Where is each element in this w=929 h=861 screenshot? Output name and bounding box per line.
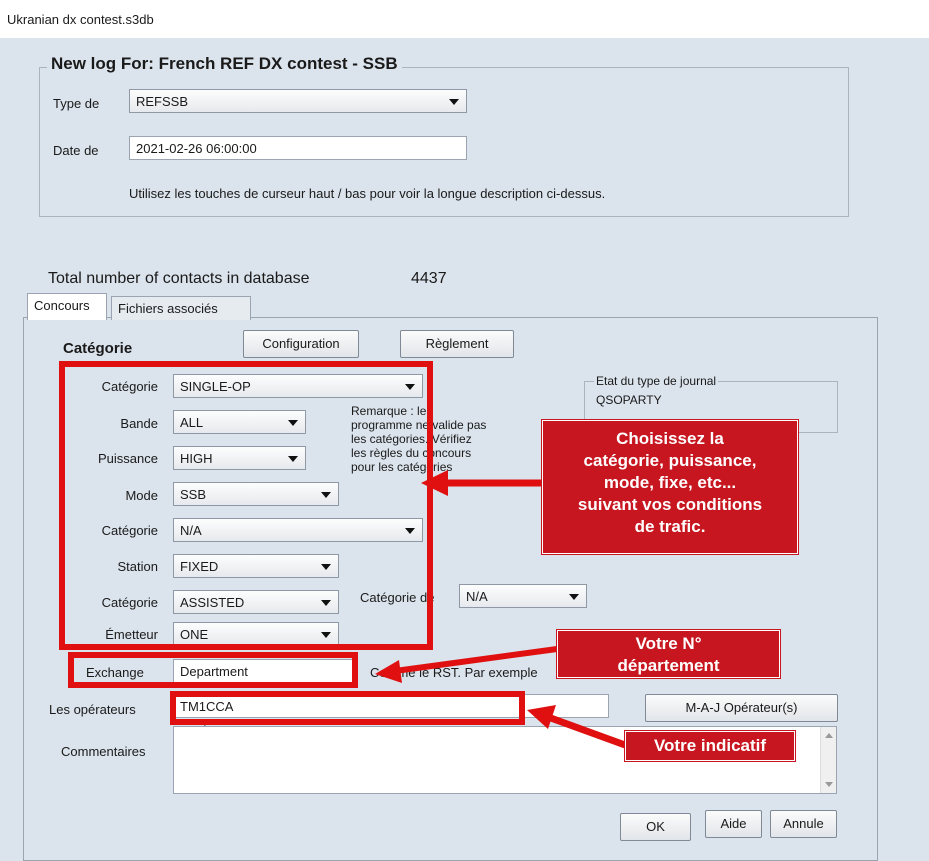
arrow-line-3 xyxy=(546,713,627,749)
dialog-window: Ukranian dx contest.s3db New log For: Fr… xyxy=(0,0,929,861)
callout-departement: Votre N° département xyxy=(556,629,781,679)
arrow-head-1 xyxy=(421,470,448,496)
arrow-head-2 xyxy=(375,660,402,683)
arrow-line-2 xyxy=(394,646,558,674)
arrow-head-3 xyxy=(527,705,556,729)
callout-categorie: Choisissez la catégorie, puissance, mode… xyxy=(541,419,799,555)
callout-indicatif: Votre indicatif xyxy=(624,730,796,762)
